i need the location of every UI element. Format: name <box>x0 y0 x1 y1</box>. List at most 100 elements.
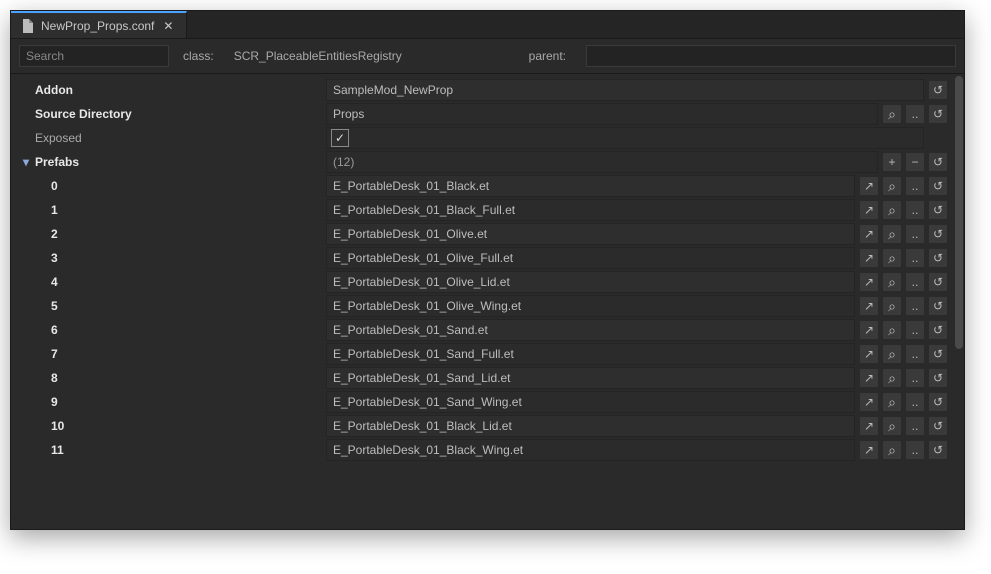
reset-icon[interactable]: ↺ <box>928 368 948 388</box>
reset-icon[interactable]: ↺ <box>928 344 948 364</box>
tab-newprop[interactable]: NewProp_Props.conf ✕ <box>11 11 187 38</box>
prefab-index: 2 <box>11 227 326 241</box>
prefab-value[interactable]: E_PortableDesk_01_Olive.et <box>326 223 855 245</box>
prefab-value[interactable]: E_PortableDesk_01_Olive_Full.et <box>326 247 855 269</box>
search-icon[interactable]: ⌕ <box>882 224 902 244</box>
parent-label: parent: <box>529 49 566 63</box>
open-icon[interactable]: ↗ <box>859 320 879 340</box>
scrollbar-thumb[interactable] <box>955 76 963 349</box>
prefab-index: 3 <box>11 251 326 265</box>
reset-icon[interactable]: ↺ <box>928 416 948 436</box>
prefab-value[interactable]: E_PortableDesk_01_Olive_Wing.et <box>326 295 855 317</box>
open-icon[interactable]: ↗ <box>859 176 879 196</box>
close-icon[interactable]: ✕ <box>160 18 176 34</box>
tab-title: NewProp_Props.conf <box>41 19 154 33</box>
prefab-value[interactable]: E_PortableDesk_01_Black_Full.et <box>326 199 855 221</box>
browse-icon[interactable]: .. <box>905 296 925 316</box>
reset-icon[interactable]: ↺ <box>928 320 948 340</box>
reset-icon[interactable]: ↺ <box>928 272 948 292</box>
reset-icon[interactable]: ↺ <box>928 224 948 244</box>
search-icon[interactable]: ⌕ <box>882 200 902 220</box>
row-source-dir: Source Directory Props ⌕ .. ↺ <box>11 102 954 126</box>
prefab-value[interactable]: E_PortableDesk_01_Black_Lid.et <box>326 415 855 437</box>
prefab-row: 0E_PortableDesk_01_Black.et↗⌕..↺ <box>11 174 954 198</box>
content-area: Addon SampleMod_NewProp ↺ Source Directo… <box>11 74 964 529</box>
prefab-value[interactable]: E_PortableDesk_01_Black_Wing.et <box>326 439 855 461</box>
prefab-index: 1 <box>11 203 326 217</box>
reset-icon[interactable]: ↺ <box>928 440 948 460</box>
reset-icon[interactable]: ↺ <box>928 296 948 316</box>
browse-icon[interactable]: .. <box>905 416 925 436</box>
search-input[interactable] <box>19 45 169 67</box>
browse-icon[interactable]: .. <box>905 176 925 196</box>
row-exposed: Exposed ✓ <box>11 126 954 150</box>
reset-icon[interactable]: ↺ <box>928 176 948 196</box>
open-icon[interactable]: ↗ <box>859 392 879 412</box>
browse-icon[interactable]: .. <box>905 200 925 220</box>
browse-icon[interactable]: .. <box>905 320 925 340</box>
exposed-checkbox[interactable]: ✓ <box>331 129 349 147</box>
search-icon[interactable]: ⌕ <box>882 392 902 412</box>
search-icon[interactable]: ⌕ <box>882 344 902 364</box>
reset-icon[interactable]: ↺ <box>928 80 948 100</box>
prefab-value[interactable]: E_PortableDesk_01_Sand.et <box>326 319 855 341</box>
prefab-row: 8E_PortableDesk_01_Sand_Lid.et↗⌕..↺ <box>11 366 954 390</box>
search-icon[interactable]: ⌕ <box>882 320 902 340</box>
prefab-value[interactable]: E_PortableDesk_01_Black.et <box>326 175 855 197</box>
prefab-value[interactable]: E_PortableDesk_01_Sand_Lid.et <box>326 367 855 389</box>
reset-icon[interactable]: ↺ <box>928 248 948 268</box>
browse-icon[interactable]: .. <box>905 104 925 124</box>
minus-icon[interactable]: − <box>905 152 925 172</box>
browse-icon[interactable]: .. <box>905 440 925 460</box>
chevron-down-icon[interactable]: ▾ <box>21 157 31 167</box>
reset-icon[interactable]: ↺ <box>928 200 948 220</box>
prefab-index: 0 <box>11 179 326 193</box>
search-icon[interactable]: ⌕ <box>882 104 902 124</box>
scrollbar[interactable] <box>954 74 964 529</box>
prefab-value[interactable]: E_PortableDesk_01_Sand_Wing.et <box>326 391 855 413</box>
browse-icon[interactable]: .. <box>905 224 925 244</box>
browse-icon[interactable]: .. <box>905 248 925 268</box>
reset-icon[interactable]: ↺ <box>928 392 948 412</box>
open-icon[interactable]: ↗ <box>859 224 879 244</box>
parent-input[interactable] <box>586 45 956 67</box>
search-icon[interactable]: ⌕ <box>882 272 902 292</box>
open-icon[interactable]: ↗ <box>859 416 879 436</box>
file-icon <box>21 19 35 33</box>
value-source-dir[interactable]: Props <box>326 103 878 125</box>
search-icon[interactable]: ⌕ <box>882 368 902 388</box>
prefab-index: 8 <box>11 371 326 385</box>
browse-icon[interactable]: .. <box>905 272 925 292</box>
label-prefabs[interactable]: ▾ Prefabs <box>11 155 326 169</box>
open-icon[interactable]: ↗ <box>859 368 879 388</box>
search-icon[interactable]: ⌕ <box>882 176 902 196</box>
reset-icon[interactable]: ↺ <box>928 152 948 172</box>
class-label: class: <box>183 49 214 63</box>
open-icon[interactable]: ↗ <box>859 296 879 316</box>
search-icon[interactable]: ⌕ <box>882 296 902 316</box>
tab-bar: NewProp_Props.conf ✕ <box>11 11 964 39</box>
browse-icon[interactable]: .. <box>905 344 925 364</box>
search-icon[interactable]: ⌕ <box>882 248 902 268</box>
prefab-row: 3E_PortableDesk_01_Olive_Full.et↗⌕..↺ <box>11 246 954 270</box>
prefab-index: 7 <box>11 347 326 361</box>
open-icon[interactable]: ↗ <box>859 344 879 364</box>
search-icon[interactable]: ⌕ <box>882 440 902 460</box>
value-addon[interactable]: SampleMod_NewProp <box>326 79 924 101</box>
open-icon[interactable]: ↗ <box>859 248 879 268</box>
open-icon[interactable]: ↗ <box>859 272 879 292</box>
browse-icon[interactable]: .. <box>905 368 925 388</box>
plus-icon[interactable]: + <box>882 152 902 172</box>
prefab-index: 11 <box>11 443 326 457</box>
open-icon[interactable]: ↗ <box>859 200 879 220</box>
prefab-value[interactable]: E_PortableDesk_01_Olive_Lid.et <box>326 271 855 293</box>
row-addon: Addon SampleMod_NewProp ↺ <box>11 78 954 102</box>
search-icon[interactable]: ⌕ <box>882 416 902 436</box>
open-icon[interactable]: ↗ <box>859 440 879 460</box>
prefab-index: 5 <box>11 299 326 313</box>
prefab-value[interactable]: E_PortableDesk_01_Sand_Full.et <box>326 343 855 365</box>
editor-window: NewProp_Props.conf ✕ class: SCR_Placeabl… <box>10 10 965 530</box>
reset-icon[interactable]: ↺ <box>928 104 948 124</box>
browse-icon[interactable]: .. <box>905 392 925 412</box>
label-exposed: Exposed <box>11 131 326 145</box>
